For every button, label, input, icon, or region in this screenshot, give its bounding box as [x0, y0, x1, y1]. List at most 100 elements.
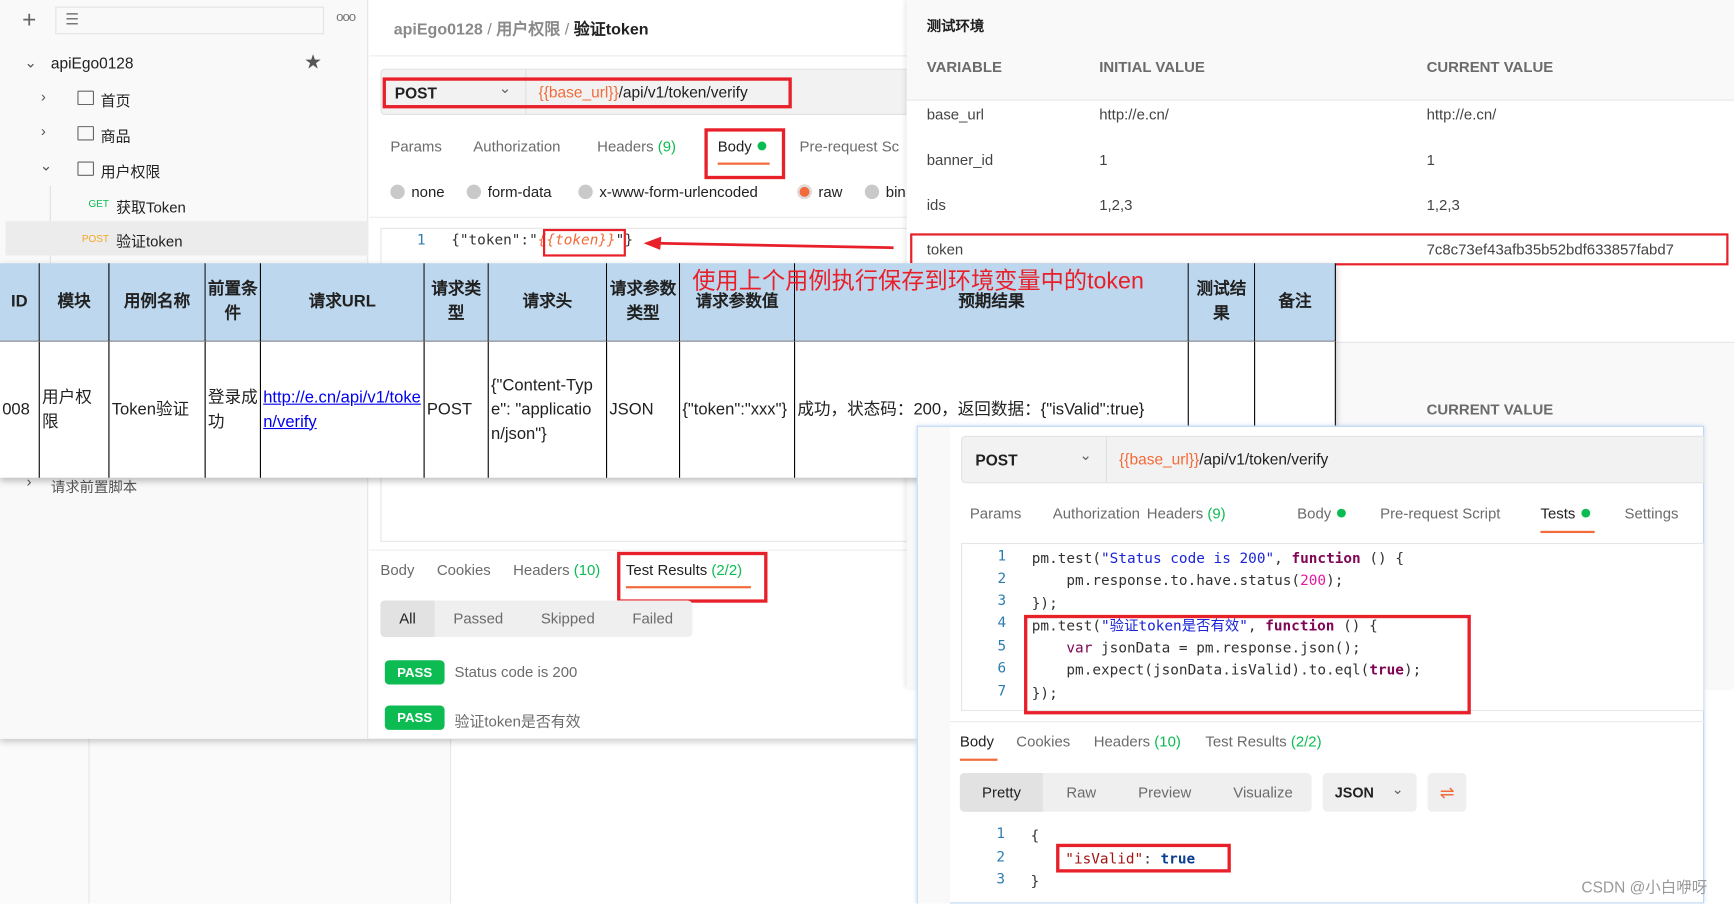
table-header-cell: 请求类型 — [424, 263, 489, 342]
filter-icon: ☰ — [65, 9, 80, 28]
tab-cookies[interactable]: Cookies — [437, 562, 491, 579]
table-header-cell: 备注 — [1255, 263, 1336, 342]
pre-script-label[interactable]: 请求前置脚本 — [51, 476, 137, 497]
view-mode: Pretty Raw Preview Visualize — [959, 773, 1312, 812]
star-icon[interactable]: ★ — [304, 51, 322, 74]
table-header-cell: 用例名称 — [109, 263, 206, 342]
method-select[interactable]: POST — [975, 451, 1017, 469]
filter-skipped[interactable]: Skipped — [522, 600, 614, 636]
tab-body[interactable]: Body — [1297, 505, 1346, 522]
radio-urlencoded[interactable]: x-www-form-urlencoded — [578, 184, 758, 200]
tab-tests[interactable]: Tests — [1540, 505, 1590, 522]
more-icon[interactable]: ooo — [336, 9, 356, 24]
radio-raw[interactable]: raw — [797, 184, 842, 200]
radio-binary[interactable]: bin — [864, 184, 906, 200]
tab-params[interactable]: Params — [390, 138, 441, 155]
tab-pre-request-script[interactable]: Pre-request Script — [1380, 505, 1500, 522]
breadcrumb: apiEgo0128 / 用户权限 / 验证token — [393, 21, 649, 39]
tab-cookies[interactable]: Cookies — [1016, 733, 1070, 750]
column-header: INITIAL VALUE — [1099, 58, 1205, 76]
line-number: 1 — [416, 232, 426, 249]
folder-icon — [77, 161, 94, 176]
tab-body[interactable]: Body — [960, 733, 994, 750]
environment-title: 测试环境 — [926, 17, 985, 35]
tab-headers[interactable]: Headers (10) — [1094, 733, 1181, 750]
table-header-cell: 测试结果 — [1188, 263, 1256, 342]
highlight-box — [542, 228, 626, 257]
folder-label: 商品 — [100, 128, 131, 145]
tab-pre-request[interactable]: Pre-request Sc — [800, 138, 900, 155]
request-label: 验证token — [116, 233, 183, 250]
tab-authorization[interactable]: Authorization — [1053, 505, 1140, 522]
result-filter: All Passed Skipped Failed — [380, 600, 692, 637]
chevron-down-icon[interactable]: ⌄ — [24, 54, 37, 72]
plus-icon[interactable]: + — [22, 6, 36, 35]
table-cell: {"token":"xxx"} — [680, 341, 796, 478]
method-badge: GET — [88, 197, 109, 210]
annotation-text: 使用上个用例执行保存到环境变量中的token — [692, 268, 1144, 295]
table-cell: Token验证 — [109, 341, 206, 478]
divider — [369, 55, 923, 57]
radio-none[interactable]: none — [390, 184, 445, 200]
filter-failed[interactable]: Failed — [614, 600, 692, 636]
folder-label: 用户权限 — [100, 163, 161, 181]
active-tab-underline — [959, 758, 998, 761]
chevron-right-icon: › — [40, 88, 46, 106]
table-cell: POST — [425, 341, 489, 478]
tab-settings[interactable]: Settings — [1625, 505, 1679, 522]
table-cell: 登录成功 — [206, 341, 261, 478]
method-badge: POST — [81, 233, 109, 245]
view-visualize[interactable]: Visualize — [1214, 773, 1311, 812]
breadcrumb-item[interactable]: apiEgo0128 — [394, 21, 483, 39]
tests-panel: POST ⌄ {{base_url}}/api/v1/token/verify … — [916, 425, 1706, 904]
column-header: CURRENT VALUE — [1426, 401, 1554, 419]
tab-body[interactable]: Body — [380, 562, 414, 579]
tab-headers[interactable]: Headers (9) — [1147, 505, 1226, 522]
active-tab-underline — [1540, 530, 1595, 534]
breadcrumb-item[interactable]: 用户权限 — [496, 21, 560, 39]
chevron-down-icon[interactable]: ⌄ — [1079, 447, 1092, 465]
pass-badge: PASS — [384, 660, 445, 685]
url-input[interactable]: {{base_url}}/api/v1/token/verify — [1119, 450, 1328, 468]
table-cell[interactable]: http://e.cn/api/v1/token/verify — [261, 341, 425, 478]
filter-passed[interactable]: Passed — [435, 600, 522, 636]
folder-icon — [77, 90, 94, 106]
highlight-box — [382, 77, 792, 109]
chevron-down-icon: ⌄ — [39, 157, 53, 174]
highlight-box — [617, 551, 768, 603]
test-result-name: Status code is 200 — [454, 663, 578, 681]
table-header-cell: 前置条件 — [205, 263, 261, 342]
background-divider — [88, 738, 90, 904]
radio-form-data[interactable]: form-data — [466, 184, 552, 200]
arrow-annotation — [643, 236, 894, 250]
view-pretty[interactable]: Pretty — [959, 773, 1044, 812]
table-header-cell: 请求URL — [260, 263, 425, 342]
folder-icon — [77, 126, 94, 141]
column-header: CURRENT VALUE — [1426, 58, 1554, 76]
wrap-lines-icon[interactable]: ⇌ — [1427, 773, 1467, 812]
url-bar: POST ⌄ {{base_url}}/api/v1/token/verify — [961, 435, 1705, 484]
tab-authorization[interactable]: Authorization — [473, 138, 560, 155]
tab-headers[interactable]: Headers (10) — [513, 562, 600, 579]
tab-test-results[interactable]: Test Results (2/2) — [1205, 733, 1321, 750]
filter-input[interactable]: ☰ — [55, 6, 325, 35]
collection-name[interactable]: apiEgo0128 — [51, 54, 134, 72]
table-header-cell: ID — [0, 263, 40, 342]
table-cell: 用户权限 — [40, 341, 110, 478]
view-raw[interactable]: Raw — [1048, 773, 1115, 812]
highlight-box — [1056, 843, 1231, 873]
watermark: CSDN @小白咿呀 — [1581, 878, 1708, 896]
pass-badge: PASS — [384, 705, 445, 730]
view-preview[interactable]: Preview — [1119, 773, 1210, 812]
tab-headers[interactable]: Headers (9) — [597, 138, 676, 155]
tab-params[interactable]: Params — [970, 505, 1021, 522]
table-cell: 008 — [0, 341, 40, 478]
sidebar-item-request-selected[interactable]: POST 验证token — [5, 221, 369, 256]
table-header-cell: 请求参数类型 — [607, 263, 681, 342]
table-header-cell: 请求头 — [488, 263, 608, 342]
format-select[interactable]: JSON ⌄ — [1322, 773, 1417, 812]
table-cell: JSON — [607, 341, 681, 478]
chevron-right-icon: › — [40, 122, 46, 140]
table-header-cell: 模块 — [39, 263, 110, 342]
filter-all[interactable]: All — [380, 600, 435, 637]
